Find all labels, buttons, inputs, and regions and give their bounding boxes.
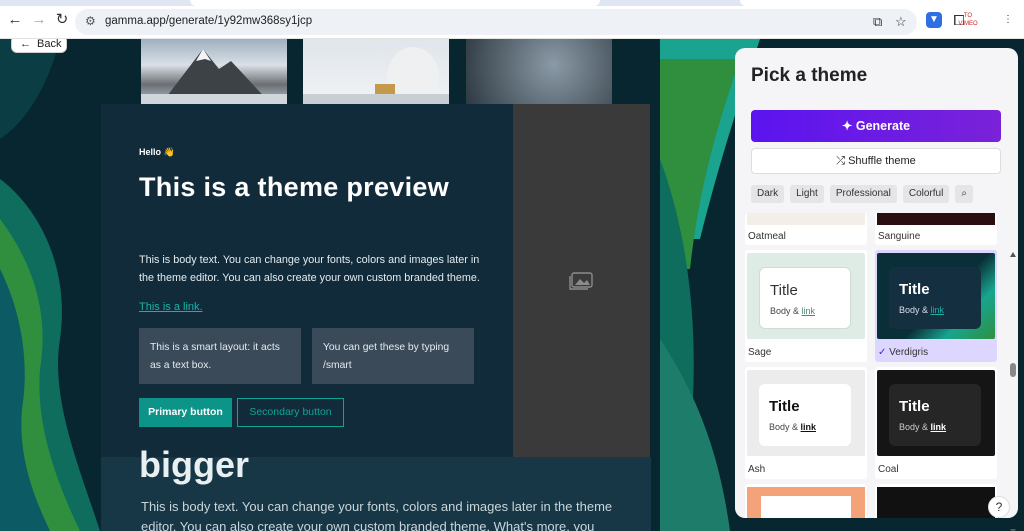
back-button[interactable]: ← Back: [11, 39, 67, 53]
theme-card-next[interactable]: [745, 484, 867, 518]
primary-button[interactable]: Primary button: [139, 398, 232, 427]
mountain-thumbnail[interactable]: [141, 39, 287, 104]
image-icon: [569, 272, 593, 290]
check-icon: ✓: [878, 347, 887, 358]
bigger-heading: bigger: [139, 444, 250, 485]
theme-card-verdigris[interactable]: Title Body & link ✓ Verdigris: [875, 250, 997, 362]
address-bar[interactable]: ⚙ gamma.app/generate/1y92mw368sy1jcp ⧉ ☆: [75, 9, 917, 35]
stars-thumbnail[interactable]: [466, 39, 612, 104]
search-icon[interactable]: ⌕: [955, 185, 973, 203]
shuffle-icon: ⤮: [836, 155, 846, 167]
panel-scrollbar[interactable]: [1008, 248, 1018, 531]
body-text: This is body text. You can change your f…: [139, 254, 480, 284]
theme-card-ash[interactable]: Title Body & link Ash: [745, 367, 867, 479]
extension-blue-icon[interactable]: ▼: [926, 12, 942, 28]
browser-chrome: ← → ↻ ⚙ gamma.app/generate/1y92mw368sy1j…: [0, 0, 1024, 39]
chip-dark[interactable]: Dark: [751, 185, 785, 203]
tab-strip: [0, 0, 1024, 6]
theme-card-coal[interactable]: Title Body & link Coal: [875, 367, 997, 479]
generate-button[interactable]: ✦ Generate: [751, 110, 1001, 142]
reload-icon[interactable]: ↻: [53, 11, 71, 29]
install-app-icon[interactable]: ⧉: [873, 14, 882, 30]
chip-light[interactable]: Light: [790, 185, 824, 203]
site-settings-icon[interactable]: ⚙: [85, 14, 96, 28]
url-text: gamma.app/generate/1y92mw368sy1jcp: [105, 15, 313, 27]
theme-card-oatmeal[interactable]: Oatmeal: [745, 213, 867, 245]
lower-body-text: This is body text. You can change your f…: [141, 499, 613, 531]
main-area: ← Back Hello 👋 This is a theme preview Th…: [0, 39, 1024, 531]
sample-link[interactable]: This is a link.: [139, 301, 203, 313]
secondary-button[interactable]: Secondary button: [237, 398, 344, 427]
forward-arrow-icon[interactable]: →: [30, 11, 48, 29]
help-button[interactable]: ?: [988, 496, 1010, 518]
shuffle-theme-button[interactable]: ⤮ Shuffle theme: [751, 148, 1001, 174]
vimeo-extension-icon[interactable]: TO VIMEO: [958, 12, 978, 28]
theme-grid: Oatmeal Sanguine Title Body & link Sage: [745, 213, 1007, 518]
chip-colorful[interactable]: Colorful: [902, 185, 950, 203]
menu-dots-icon[interactable]: ⋮: [1000, 12, 1016, 28]
back-arrow-icon[interactable]: ←: [6, 11, 24, 29]
chip-professional[interactable]: Professional: [829, 185, 897, 203]
smart-layout-box: You can get these by typing /smart: [312, 328, 474, 384]
preview-title: This is a theme preview: [139, 172, 450, 202]
bookmark-star-icon[interactable]: ☆: [895, 14, 907, 30]
filter-chips: Dark Light Professional Colorful ⌕: [751, 185, 979, 203]
hello-text: Hello 👋: [139, 147, 175, 157]
sparkle-icon: ✦: [841, 119, 853, 133]
theme-card-next[interactable]: [875, 484, 997, 518]
theme-card-sanguine[interactable]: Sanguine: [875, 213, 997, 245]
smart-layout-box: This is a smart layout: it acts as a tex…: [139, 328, 301, 384]
back-arrow-icon: ←: [20, 39, 31, 50]
theme-picker-panel: Pick a theme ✦ Generate ⤮ Shuffle theme …: [735, 48, 1018, 518]
theme-card-sage[interactable]: Title Body & link Sage: [745, 250, 867, 362]
panel-title: Pick a theme: [751, 65, 868, 86]
astronaut-thumbnail[interactable]: [303, 39, 449, 104]
